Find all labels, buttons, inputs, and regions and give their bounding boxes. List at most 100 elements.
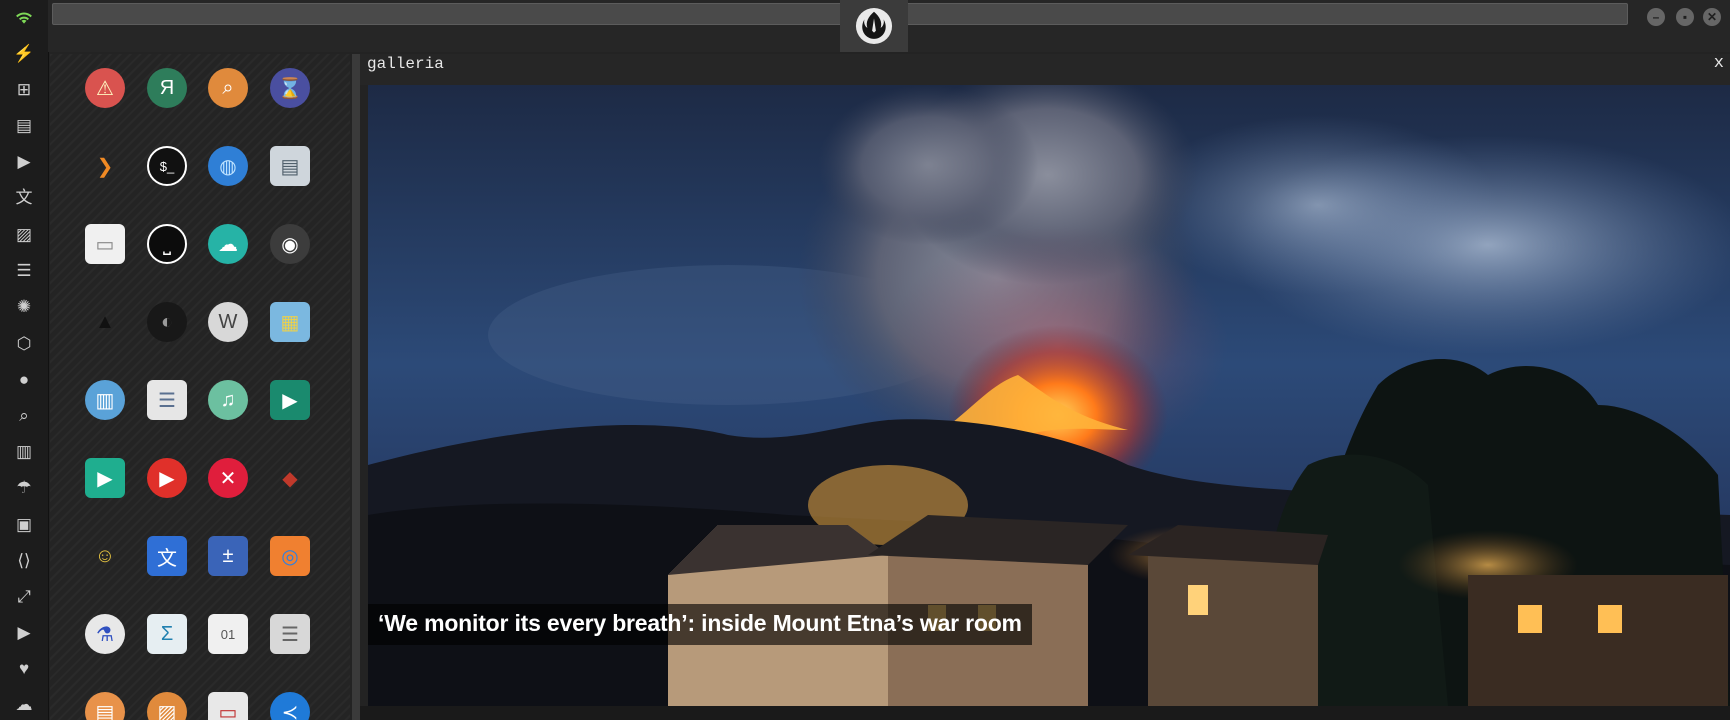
starfleet-app-icon[interactable]: ▲	[85, 302, 125, 342]
binary-file-app-icon[interactable]: 01	[208, 614, 248, 654]
document-app-icon[interactable]: ☰	[147, 380, 187, 420]
heart-icon[interactable]: ♥	[12, 656, 36, 680]
hourglass-app-icon[interactable]: ⌛	[270, 68, 310, 108]
window-glyph: ▭	[95, 233, 115, 256]
play-circle-icon[interactable]: ▶	[12, 149, 36, 173]
wifi-icon[interactable]	[12, 5, 36, 29]
file-manager-glyph: ▤	[280, 155, 300, 178]
warning-glyph: ⚠	[96, 77, 114, 100]
color-picker-glyph: ◎	[281, 545, 299, 568]
lightning-icon[interactable]: ⚡	[12, 41, 36, 65]
gallery-title: galleria	[367, 55, 444, 73]
text-editor-app-icon[interactable]: ☰	[270, 614, 310, 654]
globe-icon[interactable]: ●	[12, 367, 36, 391]
newspaper-icon[interactable]: ☰	[12, 258, 36, 282]
text-editor-glyph: ☰	[281, 623, 299, 646]
wikipedia-app-icon[interactable]: W	[208, 302, 248, 342]
app-drawer[interactable]: ⚠ Я ⌕ ⌛ ❯ $_ ◍ ▤ ▭ ⎵ ☁ ◉ ▲ ◐ W ▦ ▥ ☰ ♫ ▶ ▶ ▶ ✕ ◆ ☺ 文 ± ◎ ⚗ Σ 01 ☰ ▤ ▨ ▭ ≺	[50, 54, 350, 720]
cloud-icon[interactable]: ☁	[12, 692, 36, 716]
starfleet-glyph: ▲	[95, 310, 115, 333]
top-bar: – ▪ ✕	[48, 0, 1730, 52]
library-app-icon[interactable]: ▥	[85, 380, 125, 420]
file-manager-app-icon[interactable]: ▤	[270, 146, 310, 186]
windows-icon[interactable]: ⊞	[12, 77, 36, 101]
presentation-app-icon[interactable]: ▭	[208, 692, 248, 720]
code-icon[interactable]: ⟨⟩	[12, 548, 36, 572]
fullscreen-icon[interactable]: ⤢	[12, 584, 36, 608]
video-app-icon[interactable]: ▶	[270, 380, 310, 420]
left-dock: ⚡ ⊞ ▤ ▶ 文 ▨ ☰ ✺ ⬡ ● ⌕ ▥ ☂ ▣ ⟨⟩ ⤢ ▶ ♥ ☁	[0, 0, 49, 720]
map-icon[interactable]: ▥	[12, 439, 36, 463]
world-map-app-icon[interactable]: ▦	[270, 302, 310, 342]
close-app-icon[interactable]: ✕	[208, 458, 248, 498]
window-app-icon[interactable]: ▭	[85, 224, 125, 264]
wikipedia-glyph: W	[218, 310, 238, 333]
close-window-button[interactable]: ✕	[1703, 8, 1721, 26]
text-document-app-icon[interactable]: ▤	[85, 692, 125, 720]
yandex-app-icon[interactable]: Я	[147, 68, 187, 108]
play-glyph: ▶	[97, 467, 113, 490]
cloud-lock-glyph: ☁	[218, 233, 238, 256]
yandex-glyph: Я	[159, 76, 175, 99]
rebel-alliance-tab[interactable]	[840, 0, 908, 52]
spacebar-app-icon[interactable]: ⎵	[147, 224, 187, 264]
translate-glyph: 文	[157, 547, 177, 570]
c3po-app-icon[interactable]: ☺	[85, 536, 125, 576]
image-icon[interactable]: ▨	[12, 222, 36, 246]
library-glyph: ▥	[95, 389, 115, 412]
image-viewer-app-icon[interactable]: ▨	[147, 692, 187, 720]
sublime-app-icon[interactable]: ❯	[85, 146, 125, 186]
translate-icon[interactable]: 文	[12, 185, 36, 209]
gallery-header: galleria x	[360, 54, 1730, 85]
lab-flask-glyph: ⚗	[96, 623, 114, 646]
iron-man-glyph: ◆	[282, 467, 298, 490]
maximize-icon: ▪	[1682, 10, 1688, 24]
world-map-glyph: ▦	[280, 311, 300, 334]
github-app-icon[interactable]: ◉	[270, 224, 310, 264]
search-app-icon[interactable]: ⌕	[208, 68, 248, 108]
umbrella-icon[interactable]: ☂	[12, 475, 36, 499]
color-picker-app-icon[interactable]: ◎	[270, 536, 310, 576]
minimize-button[interactable]: –	[1647, 8, 1665, 26]
minimize-icon: –	[1652, 10, 1660, 24]
terminal-glyph: $_	[159, 158, 175, 174]
music-glyph: ♫	[220, 388, 236, 411]
warning-app-icon[interactable]: ⚠	[85, 68, 125, 108]
github-glyph: ◉	[281, 233, 299, 256]
search-icon[interactable]: ⌕	[12, 403, 36, 427]
hourglass-glyph: ⌛	[277, 77, 303, 100]
terminal-app-icon[interactable]: $_	[147, 146, 187, 186]
iron-man-app-icon[interactable]: ◆	[270, 458, 310, 498]
contact-card-icon[interactable]: ▣	[12, 512, 36, 536]
cloud-lock-app-icon[interactable]: ☁	[208, 224, 248, 264]
archive-icon[interactable]: ▤	[12, 113, 36, 137]
translate-app-icon[interactable]: 文	[147, 536, 187, 576]
sublime-glyph: ❯	[96, 155, 114, 178]
gallery-caption[interactable]: ‘We monitor its every breath’: inside Mo…	[368, 604, 1032, 645]
death-star-app-icon[interactable]: ◐	[147, 302, 187, 342]
play-app-icon[interactable]: ▶	[85, 458, 125, 498]
death-star-glyph: ◐	[160, 310, 174, 333]
rebel-alliance-icon	[855, 7, 893, 45]
web-browser-app-icon[interactable]: ◍	[208, 146, 248, 186]
gallery-close-button[interactable]: x	[1714, 55, 1724, 73]
hexagon-icon[interactable]: ⬡	[12, 331, 36, 355]
image-viewer-glyph: ▨	[157, 701, 177, 720]
sigma-app-icon[interactable]: Σ	[147, 614, 187, 654]
search-glyph: ⌕	[222, 76, 234, 99]
music-app-icon[interactable]: ♫	[208, 380, 248, 420]
vscode-app-icon[interactable]: ≺	[270, 692, 310, 720]
close-icon: ✕	[1706, 10, 1718, 24]
panel-splitter[interactable]	[352, 54, 360, 720]
presentation-glyph: ▭	[218, 701, 238, 720]
youtube-icon[interactable]: ▶	[12, 620, 36, 644]
lab-flask-app-icon[interactable]: ⚗	[85, 614, 125, 654]
galactic-empire-icon[interactable]: ✺	[12, 294, 36, 318]
maximize-button[interactable]: ▪	[1676, 8, 1694, 26]
document-glyph: ☰	[158, 389, 176, 412]
vscode-glyph: ≺	[281, 701, 299, 720]
sigma-glyph: Σ	[160, 622, 174, 645]
calculator-app-icon[interactable]: ±	[208, 536, 248, 576]
youtube-app-icon[interactable]: ▶	[147, 458, 187, 498]
youtube-glyph: ▶	[159, 467, 175, 490]
